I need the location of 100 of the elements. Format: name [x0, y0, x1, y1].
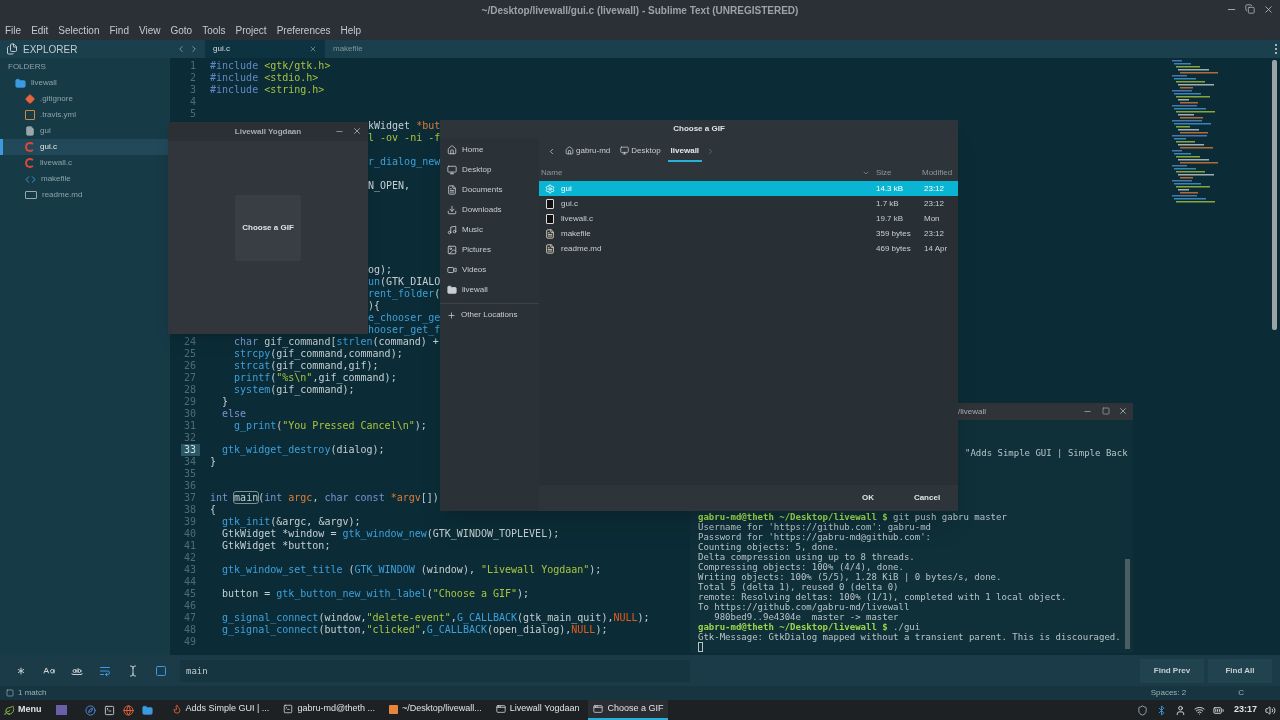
place-item[interactable]: Documents [440, 180, 539, 200]
find-field[interactable]: main [180, 659, 690, 682]
user-icon[interactable] [1174, 704, 1186, 716]
restore-icon[interactable] [1245, 4, 1255, 14]
task-button[interactable]: gabru-md@theth ... [278, 700, 381, 720]
code-line: r_dialog_new [368, 156, 441, 168]
menu-item[interactable]: Preferences [276, 22, 331, 38]
folder-icon[interactable] [141, 704, 153, 716]
panel-icon[interactable] [6, 689, 14, 697]
line-number: 40 [182, 528, 197, 540]
place-item[interactable]: Videos [440, 260, 539, 280]
maximize-icon[interactable] [1102, 407, 1110, 415]
code-line: rent_folder( [368, 288, 441, 300]
line-number: 44 [182, 576, 197, 588]
menu-item[interactable]: Help [340, 22, 362, 38]
folder-row[interactable]: livewall [0, 75, 170, 91]
scrollbar[interactable] [1272, 60, 1277, 330]
globe-icon[interactable] [122, 704, 134, 716]
find-button[interactable]: Find Prev [1140, 658, 1204, 683]
plus-icon [447, 310, 456, 320]
wifi-icon[interactable] [1193, 704, 1205, 716]
column-title[interactable]: Size [876, 167, 922, 179]
place-item[interactable]: Music [440, 220, 539, 240]
code-line: system(gif_command); [233, 384, 355, 396]
code-line: GtkWidget *window = gtk_window_new(GTK_WINDOW_TOPLEVEL); [221, 528, 560, 540]
task-button[interactable]: Adds Simple GUI | ... [166, 700, 275, 720]
shield-icon[interactable] [1136, 704, 1148, 716]
menu-item[interactable]: View [138, 22, 161, 38]
path-button[interactable]: Desktop [617, 141, 664, 162]
line-number: 35 [182, 468, 197, 480]
close-icon[interactable] [1263, 4, 1274, 15]
show-desktop-icon[interactable] [55, 705, 67, 715]
column-title[interactable]: Modified [922, 167, 958, 179]
menu-button[interactable]: Menu [4, 703, 42, 717]
menu-item[interactable]: Find [109, 22, 129, 38]
place-item[interactable]: livewall [440, 280, 539, 300]
file-row[interactable]: gui [0, 123, 170, 139]
close-icon[interactable] [1118, 406, 1128, 416]
column-title[interactable]: Name [541, 167, 862, 179]
menu-item[interactable]: Edit [31, 22, 49, 38]
app-title: Livewall Yogdaan [234, 125, 302, 138]
path-button[interactable]: gabru-md [562, 141, 614, 162]
choose-gif-button[interactable]: Choose a GIF [235, 194, 301, 261]
menu-item[interactable]: Selection [58, 22, 100, 38]
line-number: 49 [182, 636, 197, 648]
file-row[interactable]: livewall.c 19.7 kB Mon [539, 211, 958, 226]
path-button[interactable]: livewall [667, 141, 703, 162]
task-button[interactable]: Choose a GIF [588, 700, 669, 720]
task-button[interactable]: Livewall Yogdaan [490, 700, 585, 720]
match-count: 1 match [18, 687, 47, 699]
file-row[interactable]: livewall.c [0, 155, 170, 171]
file-row[interactable]: readme.md [0, 187, 170, 203]
terminal-line: Total 5 (delta 1), reused 0 (delta 0) [698, 582, 899, 592]
sort-icon[interactable] [862, 169, 870, 177]
file-row[interactable]: makefile 359 bytes 23:12 [539, 226, 958, 241]
file-row[interactable]: .travis.yml [0, 107, 170, 123]
file-row[interactable]: makefile [0, 171, 170, 187]
more-icon[interactable] [1275, 44, 1278, 54]
place-item[interactable]: Pictures [440, 240, 539, 260]
terminal-icon[interactable] [103, 704, 115, 716]
terminal-line: remote: Resolving deltas: 100% (1/1), completed with 1 local object. [698, 592, 1067, 602]
syntax-status[interactable]: C [1238, 687, 1244, 699]
menu-item[interactable]: Project [235, 22, 267, 38]
terminal-scrollbar[interactable] [1125, 559, 1130, 649]
editor-tab[interactable]: gui.c [205, 40, 325, 58]
monitor-icon [620, 146, 630, 155]
close-icon[interactable] [309, 45, 317, 53]
code-line: #include <string.h> [210, 84, 325, 96]
dialog-button[interactable]: Cancel [899, 488, 955, 508]
battery-icon[interactable] [1212, 704, 1224, 716]
find-button[interactable]: Find All [1208, 658, 1272, 683]
place-item[interactable]: Home [440, 140, 539, 160]
menu-item[interactable]: File [5, 22, 22, 38]
code-line: N_OPEN, [368, 180, 411, 192]
close-icon[interactable] [352, 126, 362, 136]
editor-tab[interactable]: makefile [325, 40, 445, 58]
line-number: 30 [182, 408, 197, 420]
picture-icon [447, 245, 457, 255]
dialog-button[interactable]: OK [840, 488, 896, 508]
file-row[interactable]: gui.c [0, 139, 170, 155]
clock[interactable]: 23:17 [1233, 703, 1257, 717]
leaf-icon [4, 704, 15, 716]
file-row[interactable]: gui.c 1.7 kB 23:12 [539, 196, 958, 211]
place-item[interactable]: Desktop [440, 160, 539, 180]
place-item[interactable]: Downloads [440, 200, 539, 220]
task-button[interactable]: ~/Desktop/livewall... [384, 700, 487, 720]
terminal-line: Writing objects: 100% (5/5), 1.28 KiB | 0 bytes/s, done. [698, 572, 1002, 582]
menu-item[interactable]: Tools [202, 22, 226, 38]
volume-icon[interactable] [1265, 704, 1276, 716]
code-line: un(GTK_DIALO [368, 276, 441, 288]
file-row[interactable]: .gitignore [0, 91, 170, 107]
browser-icon[interactable] [84, 704, 96, 716]
other-locations-item[interactable]: Other Locations [440, 307, 539, 323]
music-icon [447, 225, 457, 235]
indentation-status[interactable]: Spaces: 2 [1150, 687, 1187, 699]
file-row[interactable]: readme.md 469 bytes 14 Apr [539, 241, 958, 256]
code-icon [25, 173, 36, 185]
menu-item[interactable]: Goto [170, 22, 193, 38]
line-number: 27 [182, 372, 197, 384]
line-number: 38 [182, 504, 197, 516]
